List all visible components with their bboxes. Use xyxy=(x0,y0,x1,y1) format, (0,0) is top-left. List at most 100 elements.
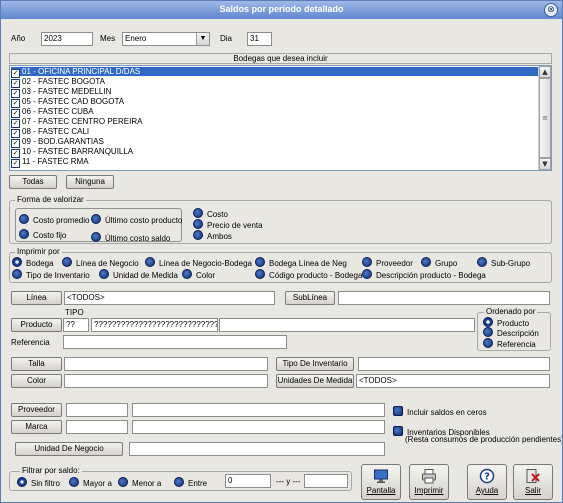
marca-code-input[interactable] xyxy=(66,420,128,434)
bodegas-list[interactable]: ✓ 01 - OFICINA PRINCIPAL D/DAS ✓ 02 - FAST… xyxy=(9,65,552,171)
radio-menor-a[interactable]: Menor a xyxy=(118,477,161,489)
proveedor-button[interactable]: Proveedor xyxy=(11,403,62,417)
talla-input[interactable] xyxy=(64,357,268,371)
radio-tipo-inventario[interactable]: Tipo de Inventario xyxy=(12,269,90,281)
producto-description-input[interactable] xyxy=(219,318,475,332)
radio-label: Último costo saldo xyxy=(105,234,171,243)
imprimir-por-title: Imprimir por xyxy=(15,247,62,256)
list-item[interactable]: ✓ 09 - BOD.GARANTIAS xyxy=(11,137,538,148)
ordenado-title: Ordenado por xyxy=(484,307,538,316)
unidad-negocio-input[interactable] xyxy=(129,442,385,456)
talla-button[interactable]: Talla xyxy=(11,357,62,371)
list-scrollbar[interactable]: ▲ ≡ ▼ xyxy=(538,66,551,170)
radio-grupo[interactable]: Grupo xyxy=(421,257,457,269)
radio-icon xyxy=(19,214,29,224)
pantalla-button[interactable]: Pantalla xyxy=(361,464,401,500)
list-item[interactable]: ✓ 05 - FASTEC CAD BOGOTA xyxy=(11,97,538,108)
checkbox-checked-icon[interactable]: ✓ xyxy=(11,159,20,168)
unidad-negocio-button[interactable]: Unidad De Negocio xyxy=(15,442,123,456)
radio-label: Costo promedio xyxy=(33,216,90,225)
list-item[interactable]: ✓ 11 - FASTEC RMA xyxy=(11,157,538,168)
radio-orden-referencia[interactable]: Referencia xyxy=(483,338,536,350)
imprimir-button[interactable]: Imprimir xyxy=(409,464,449,500)
radio-codigo-producto-bodega[interactable]: Código producto - Bodega xyxy=(255,269,362,281)
list-item-label: 03 - FASTEC MEDELLIN xyxy=(22,87,112,96)
day-input[interactable]: 31 xyxy=(247,32,272,46)
unidades-medida-input[interactable]: <TODOS> xyxy=(356,374,550,388)
radio-label: Último costo producto xyxy=(105,216,183,225)
tipo-label: TIPO xyxy=(65,308,84,317)
ayuda-button[interactable]: ? Ayuda xyxy=(467,464,507,500)
radio-proveedor[interactable]: Proveedor xyxy=(362,257,413,269)
monitor-icon xyxy=(373,468,389,484)
list-item[interactable]: ✓ 02 - FASTEC BOGOTA xyxy=(11,77,538,88)
tipo-inventario-input[interactable] xyxy=(358,357,550,371)
list-item[interactable]: ✓ 10 - FASTEC BARRANQUILLA xyxy=(11,147,538,158)
radio-ultimo-costo-saldo[interactable]: Último costo saldo xyxy=(91,232,170,244)
color-input[interactable] xyxy=(64,374,268,388)
list-item[interactable]: ✓ 03 - FASTEC MEDELLIN xyxy=(11,87,538,98)
radio-icon xyxy=(255,269,265,279)
radio-icon xyxy=(174,477,184,487)
radio-icon xyxy=(99,269,109,279)
radio-label: Unidad de Medida xyxy=(113,271,178,280)
list-item[interactable]: ✓ 08 - FASTEC CALI xyxy=(11,127,538,138)
radio-costo-fijo[interactable]: Costo fijo xyxy=(19,229,66,241)
checkbox-incluir-ceros[interactable]: Incluir saldos en ceros xyxy=(393,406,487,418)
marca-name-input[interactable] xyxy=(132,420,385,434)
tipo-inventario-button[interactable]: Tipo De Inventario xyxy=(276,357,354,371)
radio-icon xyxy=(118,477,128,487)
close-icon[interactable]: ⊗ xyxy=(544,3,558,17)
linea-input[interactable]: <TODOS> xyxy=(64,291,275,305)
radio-linea-negocio-bodega[interactable]: Línea de Negocio-Bodega xyxy=(145,257,252,269)
radio-icon xyxy=(12,269,22,279)
radio-descripcion-producto-bodega[interactable]: Descripción producto - Bodega xyxy=(362,269,486,281)
saldo-value-input[interactable]: 0 xyxy=(225,474,271,488)
proveedor-code-input[interactable] xyxy=(66,403,128,417)
list-item[interactable]: ✓ 07 - FASTEC CENTRO PEREIRA xyxy=(11,117,538,128)
printer-icon xyxy=(421,468,437,484)
list-item-label: 11 - FASTEC RMA xyxy=(22,157,89,166)
list-item[interactable]: ✓ 06 - FASTEC CUBA xyxy=(11,107,538,118)
color-button[interactable]: Color xyxy=(11,374,62,388)
dialog-window: Saldos por período detallado ⊗ Año 2023 … xyxy=(0,0,563,503)
radio-sin-filtro[interactable]: Sin filtro xyxy=(17,477,60,489)
select-none-button[interactable]: Ninguna xyxy=(66,175,114,189)
radio-entre[interactable]: Entre xyxy=(174,477,207,489)
checkbox-label: Incluir saldos en ceros xyxy=(407,408,487,417)
radio-costo-promedio[interactable]: Costo promedio xyxy=(19,214,89,226)
referencia-input[interactable] xyxy=(63,335,287,349)
radio-icon xyxy=(193,208,203,218)
unidades-medida-button[interactable]: Unidades De Medida xyxy=(276,374,354,388)
bodegas-heading: Bodegas que desea incluir xyxy=(9,53,552,64)
scroll-thumb[interactable]: ≡ xyxy=(539,78,551,158)
marca-button[interactable]: Marca xyxy=(11,420,62,434)
pantalla-label: Pantalla xyxy=(366,486,396,495)
radio-bodega[interactable]: Bodega xyxy=(12,257,54,269)
year-input[interactable]: 2023 xyxy=(41,32,93,46)
list-item[interactable]: ✓ 01 - OFICINA PRINCIPAL D/DAS xyxy=(11,67,538,78)
radio-linea-negocio[interactable]: Línea de Negocio xyxy=(62,257,139,269)
radio-ultimo-costo-producto[interactable]: Último costo producto xyxy=(91,214,182,226)
radio-bodega-linea-neg[interactable]: Bodega Línea de Neg xyxy=(255,257,347,269)
proveedor-name-input[interactable] xyxy=(132,403,385,417)
producto-button[interactable]: Producto xyxy=(11,318,62,332)
radio-mayor-a[interactable]: Mayor a xyxy=(69,477,112,489)
salir-button[interactable]: Salir xyxy=(513,464,553,500)
scroll-down-icon[interactable]: ▼ xyxy=(539,158,551,170)
producto-code-input[interactable]: ???????????????????????????? xyxy=(91,318,218,332)
month-select[interactable]: Enero ▼ xyxy=(122,32,210,46)
tipo-input[interactable]: ?? xyxy=(63,318,89,332)
select-all-button[interactable]: Todas xyxy=(9,175,57,189)
day-label: Dia xyxy=(220,34,233,43)
radio-unidad-medida[interactable]: Unidad de Medida xyxy=(99,269,178,281)
chevron-down-icon[interactable]: ▼ xyxy=(196,33,209,45)
radio-ambos[interactable]: Ambos xyxy=(193,230,232,242)
linea-button[interactable]: Línea xyxy=(11,291,62,305)
sublinea-input[interactable] xyxy=(338,291,550,305)
radio-sub-grupo[interactable]: Sub-Grupo xyxy=(477,257,530,269)
saldo-value2-input[interactable] xyxy=(304,474,348,488)
radio-color[interactable]: Color xyxy=(182,269,215,281)
scroll-up-icon[interactable]: ▲ xyxy=(539,66,551,78)
sublinea-button[interactable]: SubLínea xyxy=(285,291,335,305)
